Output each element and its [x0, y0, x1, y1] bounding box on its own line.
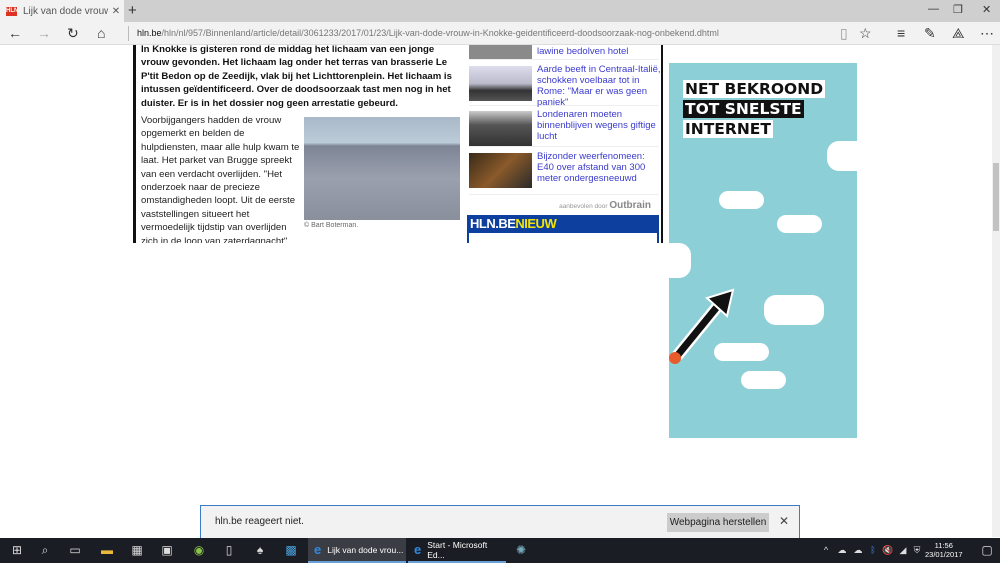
windows-start-icon[interactable]: ⊞ — [10, 543, 24, 557]
search-icon[interactable]: ⌕ — [38, 543, 52, 557]
tab-title: Lijk van dode vrouw in k — [23, 5, 108, 17]
item-title[interactable]: Londenaren moeten binnenblijven wegens g… — [537, 109, 661, 142]
navigation-bar: ← → ↻ ⌂ hln.be/hln/nl/957/Binnenland/art… — [0, 22, 1000, 45]
reading-view-icon[interactable]: ▯ — [840, 25, 848, 42]
thumbnail — [469, 66, 532, 101]
app-label: Start - Microsoft Ed... — [427, 539, 488, 560]
outbrain-credit[interactable]: aanbevolen door Outbrain — [559, 200, 651, 211]
minimize-button[interactable]: — — [928, 3, 939, 15]
hln-favicon-icon: HLN — [6, 6, 19, 16]
ad-headline-3: INTERNET — [683, 120, 773, 138]
security-shield-icon[interactable]: ⛨ — [910, 543, 924, 557]
list-item[interactable]: Londenaren moeten binnenblijven wegens g… — [469, 107, 659, 147]
list-item[interactable]: lawine bedolven hotel — [469, 45, 659, 60]
cloud-decoration — [741, 371, 786, 389]
notification-bar: hln.be reageert niet. Webpagina herstell… — [200, 505, 800, 538]
list-item[interactable]: Bijzonder weerfenomeen: E40 over afstand… — [469, 149, 659, 195]
onedrive-icon[interactable]: ☁ — [851, 543, 865, 557]
cloud-decoration — [764, 295, 824, 325]
more-icon[interactable]: ⋯ — [980, 25, 994, 42]
title-bar: HLN Lijk van dode vrouw in k ✕ + — ❐ ✕ — [0, 0, 1000, 22]
address-bar[interactable]: hln.be/hln/nl/957/Binnenland/article/det… — [128, 26, 719, 41]
rocket-arrow-icon — [669, 288, 735, 364]
recommended-by: aanbevolen door — [559, 203, 608, 210]
article-photo[interactable] — [304, 117, 460, 220]
back-icon[interactable]: ← — [8, 25, 22, 41]
scrollbar-thumb[interactable] — [993, 163, 999, 231]
edge-icon: e — [314, 542, 322, 557]
close-tab-icon[interactable]: ✕ — [108, 6, 124, 17]
new-tab-button[interactable]: + — [128, 2, 137, 19]
url-path: /hln/nl/957/Binnenland/article/detail/30… — [161, 28, 719, 38]
notification-message: hln.be reageert niet. — [215, 516, 304, 527]
app-icon[interactable]: ▩ — [284, 543, 298, 557]
cloud-decoration — [827, 141, 857, 171]
home-icon[interactable]: ⌂ — [97, 25, 105, 41]
volume-muted-icon[interactable]: 🔇 — [881, 543, 895, 557]
network-icon[interactable]: ☁ — [835, 543, 849, 557]
file-explorer-icon[interactable]: ▬ — [100, 543, 114, 557]
cloud-decoration — [669, 243, 691, 278]
photo-credit: © Bart Boterman. — [304, 222, 359, 229]
wifi-icon[interactable]: ◢ — [896, 543, 910, 557]
task-view-icon[interactable]: ▭ — [68, 543, 82, 557]
taskbar-app-edge-article[interactable]: e Lijk van dode vrou... — [308, 538, 406, 563]
advertisement-banner[interactable]: NET BEKROOND TOT SNELSTE INTERNET — [669, 63, 857, 438]
app-label: Lijk van dode vrou... — [327, 544, 404, 555]
outbrain-logo: Outbrain — [609, 200, 651, 211]
list-item[interactable]: Aarde beeft in Centraal-Italië, schokken… — [469, 62, 661, 108]
solitaire-icon[interactable]: ♠ — [253, 543, 267, 557]
close-window-button[interactable]: ✕ — [982, 3, 991, 16]
app-icon[interactable]: ✺ — [514, 543, 528, 557]
clock-date: 23/01/2017 — [925, 550, 963, 559]
system-clock[interactable]: 11:56 23/01/2017 — [925, 541, 963, 559]
url-domain: hln.be — [137, 28, 162, 38]
item-title[interactable]: lawine bedolven hotel — [537, 46, 661, 57]
vertical-scrollbar[interactable] — [992, 45, 1000, 537]
forward-icon[interactable]: → — [37, 25, 51, 41]
store-icon[interactable]: ▣ — [160, 543, 174, 557]
article-lead: In Knokke is gisteren rond de middag het… — [141, 45, 452, 109]
taskbar: ⊞ ⌕ ▭ ▬ ▦ ▣ ◉ ▯ ♠ ▩ e Lijk van dode vrou.… — [0, 538, 1000, 563]
thumbnail — [469, 111, 532, 146]
favorite-star-icon[interactable]: ☆ — [859, 25, 872, 42]
cloud-decoration — [777, 215, 822, 233]
item-title[interactable]: Bijzonder weerfenomeen: E40 over afstand… — [537, 151, 661, 184]
thumbnail — [469, 153, 532, 188]
action-center-icon[interactable]: ▢ — [980, 543, 994, 557]
thumbnail — [469, 45, 532, 59]
show-hidden-icons[interactable]: ^ — [819, 543, 833, 557]
article-content: In Knokke is gisteren rond de middag het… — [133, 45, 663, 243]
share-icon[interactable]: ⟁ — [952, 25, 965, 42]
browser-tab[interactable]: HLN Lijk van dode vrouw in k ✕ — [0, 0, 124, 22]
hln-nieuw-logo: HLN.BENIEUW — [470, 216, 557, 231]
hub-icon[interactable]: ≡ — [897, 25, 905, 41]
ad-headline-1: NET BEKROOND — [683, 80, 826, 98]
web-note-icon[interactable]: ✎ — [924, 25, 936, 42]
close-notification-icon[interactable]: ✕ — [779, 514, 789, 528]
refresh-icon[interactable]: ↻ — [67, 25, 79, 42]
restore-page-button[interactable]: Webpagina herstellen — [667, 513, 769, 532]
restore-button[interactable]: ❐ — [953, 3, 963, 16]
cloud-decoration — [719, 191, 764, 209]
item-title[interactable]: Aarde beeft in Centraal-Italië, schokken… — [537, 64, 661, 108]
taskbar-app-edge-start[interactable]: e Start - Microsoft Ed... — [408, 538, 506, 563]
edge-icon: e — [414, 542, 422, 557]
bluetooth-icon[interactable]: ᛒ — [866, 543, 880, 557]
calculator-icon[interactable]: ▦ — [130, 543, 144, 557]
clock-time: 11:56 — [934, 541, 953, 550]
app-icon[interactable]: ▯ — [222, 543, 236, 557]
ad-headline-2: TOT SNELSTE — [683, 100, 804, 118]
article-body: Voorbijgangers hadden de vrouw opgemerkt… — [141, 115, 300, 243]
media-player-icon[interactable]: ◉ — [192, 543, 206, 557]
